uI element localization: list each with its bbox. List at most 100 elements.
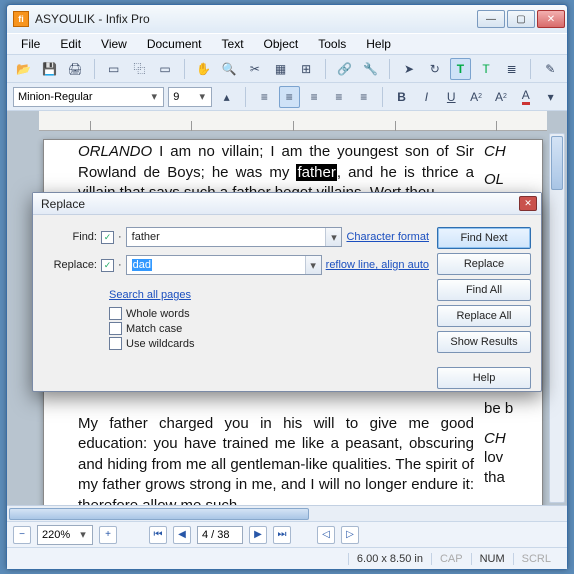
fontsize-value: 9 <box>173 91 179 103</box>
texttool-icon[interactable]: T <box>450 58 472 80</box>
find-enabled-checkbox[interactable]: ✓ <box>101 231 114 244</box>
menu-text[interactable]: Text <box>212 35 254 53</box>
align-justify-icon[interactable]: ≡ <box>329 86 350 108</box>
zoom-icon[interactable]: 🔍 <box>218 58 240 80</box>
replace-enabled-checkbox[interactable]: ✓ <box>101 259 114 272</box>
page-size: 6.00 x 8.50 in <box>348 553 431 565</box>
menu-help[interactable]: Help <box>356 35 401 53</box>
copypage-icon[interactable]: ⿻ <box>129 58 151 80</box>
fontsize-stepper[interactable]: ▴ <box>216 86 237 108</box>
replace-button[interactable]: Replace <box>437 253 531 275</box>
bold-button[interactable]: B <box>391 86 412 108</box>
chevron-down-icon[interactable]: ▾ <box>325 228 341 246</box>
page-field[interactable]: 4 / 38 <box>197 526 243 544</box>
dialog-close-button[interactable]: ✕ <box>519 196 537 211</box>
menu-view[interactable]: View <box>91 35 137 53</box>
next-page-button[interactable]: ▶ <box>249 526 267 544</box>
underline-button[interactable]: U <box>441 86 462 108</box>
zoom-in-button[interactable]: + <box>99 526 117 544</box>
dialog-titlebar[interactable]: Replace ✕ <box>33 193 541 215</box>
titlebar: fi ASYOULIK - Infix Pro — ▢ ✕ <box>7 5 567 33</box>
scrollbar-thumb[interactable] <box>551 136 563 190</box>
grid-icon[interactable]: ⊞ <box>295 58 317 80</box>
find-value: father <box>132 231 160 243</box>
replace-all-button[interactable]: Replace All <box>437 305 531 327</box>
chevron-down-icon: ▾ <box>195 88 209 106</box>
menu-bar: File Edit View Document Text Object Tool… <box>7 33 567 55</box>
minimize-button[interactable]: — <box>477 10 505 28</box>
arrow-icon[interactable]: ➤ <box>398 58 420 80</box>
menu-document[interactable]: Document <box>137 35 212 53</box>
align-right-icon[interactable]: ≡ <box>304 86 325 108</box>
link-icon[interactable]: 🔗 <box>334 58 356 80</box>
textplus-icon[interactable]: T <box>475 58 497 80</box>
list-icon[interactable]: ≣ <box>501 58 523 80</box>
window-title: ASYOULIK - Infix Pro <box>35 12 477 26</box>
save-icon[interactable]: 💾 <box>39 58 61 80</box>
whole-words-checkbox[interactable] <box>109 307 122 320</box>
toolbar-format: Minion-Regular ▾ 9 ▾ ▴ ≡ ≡ ≡ ≡ ≡ B I U A… <box>7 83 567 111</box>
nav-fwd-button[interactable]: ▷ <box>341 526 359 544</box>
rotate-icon[interactable]: ↻ <box>424 58 446 80</box>
print-icon[interactable]: 🖨 <box>64 58 86 80</box>
newpage-icon[interactable]: ▭ <box>103 58 125 80</box>
superscript-button[interactable]: A2 <box>466 86 487 108</box>
cap-indicator: CAP <box>431 553 471 565</box>
zoom-select[interactable]: 220%▾ <box>37 525 93 545</box>
fontsize-select[interactable]: 9 ▾ <box>168 87 212 107</box>
speaker-name: ORLANDO <box>78 143 152 160</box>
horizontal-scrollbar[interactable] <box>7 505 567 521</box>
replace-label: Replace: <box>49 259 97 271</box>
table-icon[interactable]: ▦ <box>270 58 292 80</box>
nav-bar: − 220%▾ + ⏮ ◀ 4 / 38 ▶ ⏭ ◁ ▷ <box>7 521 567 547</box>
status-bar: 6.00 x 8.50 in CAP NUM SCRL <box>7 547 567 569</box>
vertical-scrollbar[interactable] <box>549 133 565 503</box>
tools-icon[interactable]: 🔧 <box>360 58 382 80</box>
reflow-link[interactable]: reflow line, align auto <box>326 259 429 271</box>
replace-dialog: Replace ✕ Find: ✓ · father ▾ Character f… <box>32 192 542 392</box>
prev-page-button[interactable]: ◀ <box>173 526 191 544</box>
align-center-icon[interactable]: ≡ <box>279 86 300 108</box>
chevron-down-icon[interactable]: ▾ <box>305 256 321 274</box>
deletepage-icon[interactable]: ▭ <box>154 58 176 80</box>
menu-file[interactable]: File <box>11 35 50 53</box>
ruler[interactable] <box>39 111 547 131</box>
search-all-pages-link[interactable]: Search all pages <box>109 289 429 301</box>
maximize-button[interactable]: ▢ <box>507 10 535 28</box>
scrollbar-thumb[interactable] <box>9 508 309 520</box>
app-icon: fi <box>13 11 29 27</box>
fontcolor-dropdown[interactable]: ▾ <box>540 86 561 108</box>
close-button[interactable]: ✕ <box>537 10 565 28</box>
character-format-link[interactable]: Character format <box>346 231 429 243</box>
help-button[interactable]: Help <box>437 367 531 389</box>
nav-back-button[interactable]: ◁ <box>317 526 335 544</box>
menu-edit[interactable]: Edit <box>50 35 91 53</box>
wildcards-checkbox[interactable] <box>109 337 122 350</box>
zoom-out-button[interactable]: − <box>13 526 31 544</box>
find-next-button[interactable]: Find Next <box>437 227 531 249</box>
open-icon[interactable]: 📂 <box>13 58 35 80</box>
crop-icon[interactable]: ✂ <box>244 58 266 80</box>
search-highlight: father <box>296 164 336 181</box>
align-left-icon[interactable]: ≡ <box>254 86 275 108</box>
fontcolor-button[interactable]: A <box>515 86 536 108</box>
show-results-button[interactable]: Show Results <box>437 331 531 353</box>
replace-value: dad <box>132 259 152 271</box>
scrl-indicator: SCRL <box>513 553 559 565</box>
align-full-icon[interactable]: ≡ <box>353 86 374 108</box>
menu-object[interactable]: Object <box>254 35 309 53</box>
first-page-button[interactable]: ⏮ <box>149 526 167 544</box>
replace-input[interactable]: dad ▾ <box>126 255 322 275</box>
num-indicator: NUM <box>471 553 513 565</box>
find-input[interactable]: father ▾ <box>126 227 343 247</box>
hand-icon[interactable]: ✋ <box>193 58 215 80</box>
subscript-button[interactable]: A2 <box>491 86 512 108</box>
font-select[interactable]: Minion-Regular ▾ <box>13 87 164 107</box>
italic-button[interactable]: I <box>416 86 437 108</box>
font-value: Minion-Regular <box>18 91 93 103</box>
last-page-button[interactable]: ⏭ <box>273 526 291 544</box>
find-all-button[interactable]: Find All <box>437 279 531 301</box>
eyedropper-icon[interactable]: ✎ <box>539 58 561 80</box>
match-case-checkbox[interactable] <box>109 322 122 335</box>
menu-tools[interactable]: Tools <box>308 35 356 53</box>
